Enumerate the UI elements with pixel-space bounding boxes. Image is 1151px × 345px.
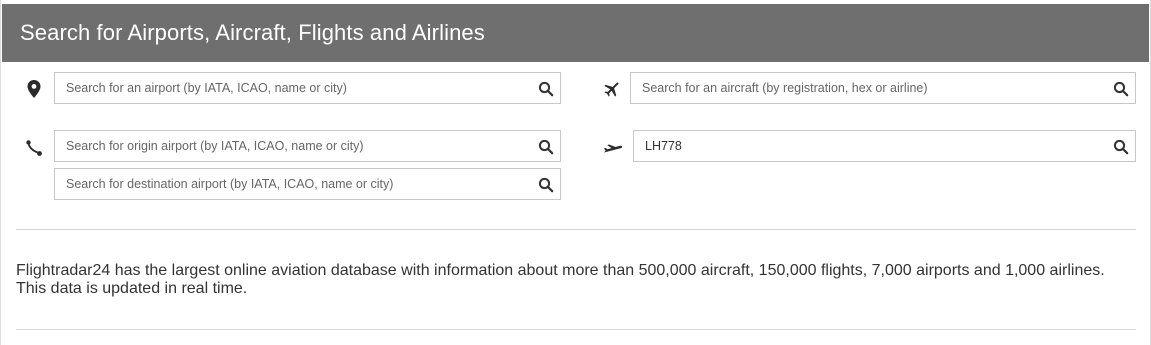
destination-search-field[interactable] bbox=[54, 168, 561, 200]
aircraft-search-field[interactable] bbox=[630, 72, 1136, 104]
search-icon[interactable] bbox=[1113, 139, 1129, 155]
airplane-icon bbox=[602, 79, 622, 99]
map-pin-icon bbox=[24, 79, 44, 99]
origin-search-field[interactable] bbox=[54, 130, 561, 162]
divider bbox=[16, 329, 1136, 330]
route-icon bbox=[24, 138, 44, 158]
panel-header: Search for Airports, Aircraft, Flights a… bbox=[2, 4, 1149, 62]
divider bbox=[16, 229, 1136, 230]
flight-search-input[interactable] bbox=[634, 131, 1135, 161]
airport-search-field[interactable] bbox=[54, 72, 561, 104]
airport-search-input[interactable] bbox=[55, 73, 560, 103]
search-icon[interactable] bbox=[538, 81, 554, 97]
flight-takeoff-icon bbox=[603, 138, 623, 158]
search-icon[interactable] bbox=[538, 177, 554, 193]
origin-search-input[interactable] bbox=[55, 131, 560, 161]
flight-search-field[interactable] bbox=[633, 130, 1136, 162]
search-icon[interactable] bbox=[538, 139, 554, 155]
aircraft-search-input[interactable] bbox=[631, 73, 1135, 103]
search-icon[interactable] bbox=[1113, 81, 1129, 97]
database-description: Flightradar24 has the largest online avi… bbox=[16, 262, 1105, 297]
page-title: Search for Airports, Aircraft, Flights a… bbox=[20, 20, 485, 45]
destination-search-input[interactable] bbox=[55, 169, 560, 199]
